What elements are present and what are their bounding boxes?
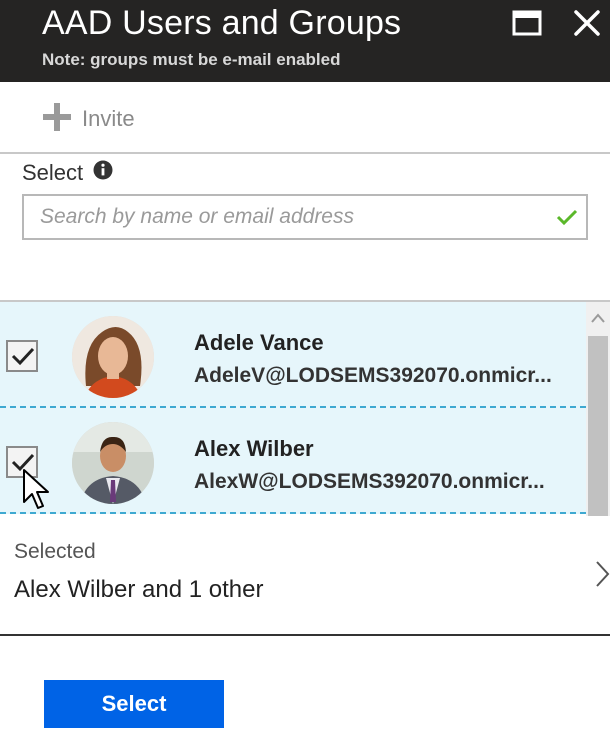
plus-icon bbox=[40, 102, 74, 137]
invite-label: Invite bbox=[82, 106, 135, 131]
user-name: Adele Vance bbox=[194, 330, 324, 355]
info-icon[interactable] bbox=[83, 160, 113, 186]
chevron-right-icon[interactable] bbox=[594, 558, 610, 590]
list-item[interactable]: Alex Wilber AlexW@LODSEMS392070.onmicr..… bbox=[0, 408, 586, 514]
list-item[interactable]: Adele Vance AdeleV@LODSEMS392070.onmicr.… bbox=[0, 302, 586, 408]
user-email: AdeleV@LODSEMS392070.onmicr... bbox=[194, 364, 552, 387]
close-icon[interactable] bbox=[572, 8, 602, 38]
search-box bbox=[22, 194, 588, 240]
select-button[interactable]: Select bbox=[44, 680, 224, 728]
selected-summary[interactable]: Selected Alex Wilber and 1 other bbox=[0, 518, 610, 636]
user-name: Alex Wilber bbox=[194, 436, 314, 461]
scrollbar-thumb[interactable] bbox=[588, 336, 608, 516]
search-input[interactable] bbox=[24, 196, 544, 238]
selected-value: Alex Wilber and 1 other bbox=[14, 576, 264, 603]
avatar bbox=[72, 422, 154, 504]
blade-header: AAD Users and Groups Note: groups must b… bbox=[0, 0, 610, 82]
chevron-up-icon[interactable] bbox=[586, 302, 610, 336]
command-bar: Invite bbox=[0, 82, 610, 154]
selected-label: Selected bbox=[14, 540, 96, 563]
select-label-text: Select bbox=[22, 160, 84, 185]
maximize-icon[interactable] bbox=[512, 10, 542, 36]
user-checkbox[interactable] bbox=[6, 340, 38, 372]
avatar bbox=[72, 316, 154, 398]
user-results-list: Adele Vance AdeleV@LODSEMS392070.onmicr.… bbox=[0, 300, 610, 516]
list-scrollbar[interactable] bbox=[586, 302, 610, 516]
user-email: AlexW@LODSEMS392070.onmicr... bbox=[194, 470, 545, 493]
invite-button[interactable]: Invite bbox=[40, 102, 135, 137]
user-checkbox[interactable] bbox=[6, 446, 38, 478]
blade-title: AAD Users and Groups bbox=[42, 4, 402, 42]
select-field-label: Select bbox=[22, 160, 113, 186]
blade-subtitle: Note: groups must be e-mail enabled bbox=[42, 50, 341, 69]
